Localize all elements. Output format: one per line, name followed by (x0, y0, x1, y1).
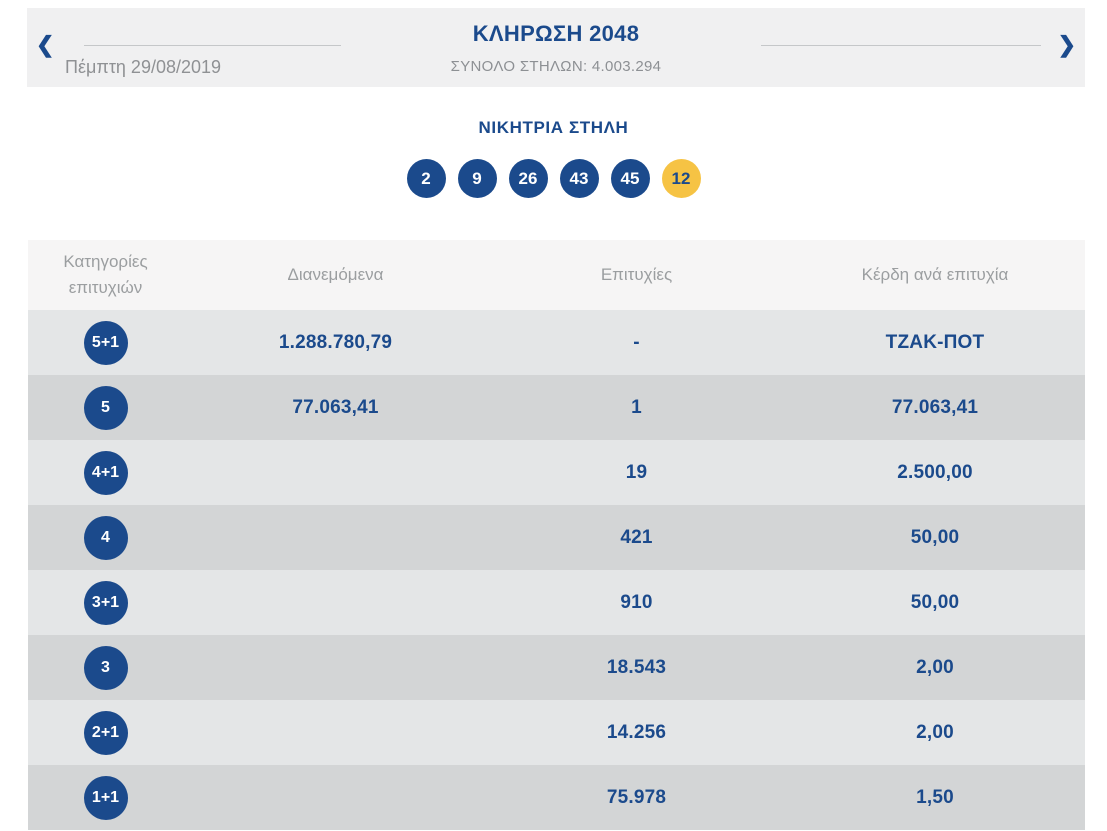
winning-number-ball: 2 (406, 159, 446, 198)
prize-value: ΤΖΑΚ-ΠΟΤ (885, 331, 985, 353)
category-badge: 2+1 (83, 710, 128, 755)
table-row: 1+1 75.978 1,50 (28, 765, 1085, 830)
winning-number-ball: 26 (508, 159, 548, 198)
table-row: 4 421 50,00 (28, 505, 1085, 570)
winners-value: 421 (620, 526, 653, 548)
winning-numbers: 2 9 26 43 45 12 (0, 159, 1107, 198)
table-row: 3 18.543 2,00 (28, 635, 1085, 700)
category-badge: 1+1 (83, 775, 128, 820)
prize-value: 77.063,41 (891, 396, 979, 418)
table-row: 2+1 14.256 2,00 (28, 700, 1085, 765)
table-header-row: Κατηγορίες επιτυχιών Διανεμόμενα Επιτυχί… (28, 240, 1085, 310)
draw-navigation-band: ❮ ΚΛΗΡΩΣΗ 2048 ΣΥΝΟΛΟ ΣΤΗΛΩΝ: 4.003.294 … (27, 8, 1085, 87)
winners-value: 1 (631, 396, 642, 418)
prize-value: 50,00 (910, 526, 960, 548)
winners-value: 75.978 (606, 786, 667, 808)
joker-number-ball: 12 (661, 159, 701, 198)
header-distributed: Διανεμόμενα (287, 264, 384, 284)
table-row: 3+1 910 50,00 (28, 570, 1085, 635)
prize-value: 2.500,00 (897, 461, 973, 483)
table-row: 5+1 1.288.780,79 - ΤΖΑΚ-ΠΟΤ (28, 310, 1085, 375)
right-divider-line (761, 45, 1041, 46)
draw-date: Πέμπτη 29/08/2019 (65, 57, 222, 77)
category-badge: 4+1 (83, 450, 128, 495)
winners-value: 19 (625, 461, 648, 483)
distributed-value: 77.063,41 (292, 396, 379, 418)
winners-value: 910 (620, 591, 653, 613)
prize-value: 1,50 (916, 786, 954, 808)
header-prize: Κέρδη ανά επιτυχία (861, 264, 1009, 284)
table-row: 5 77.063,41 1 77.063,41 (28, 375, 1085, 440)
winning-number-ball: 43 (559, 159, 599, 198)
winners-value: - (633, 331, 640, 353)
category-badge: 3+1 (83, 580, 128, 625)
header-categories: Κατηγορίες επιτυχιών (63, 251, 148, 297)
winners-value: 14.256 (606, 721, 667, 743)
category-badge: 3 (83, 645, 128, 690)
draw-results-page: ❮ ΚΛΗΡΩΣΗ 2048 ΣΥΝΟΛΟ ΣΤΗΛΩΝ: 4.003.294 … (0, 0, 1107, 831)
winning-column-label: ΝΙΚΗΤΡΙΑ ΣΤΗΛΗ (478, 118, 629, 137)
category-badge: 4 (83, 515, 128, 560)
category-badge: 5 (83, 385, 128, 430)
winning-number-ball: 9 (457, 159, 497, 198)
prize-value: 2,00 (916, 721, 954, 743)
draw-title: ΚΛΗΡΩΣΗ 2048 (472, 21, 640, 46)
prize-value: 2,00 (916, 656, 954, 678)
table-row: 4+1 19 2.500,00 (28, 440, 1085, 505)
winning-number-ball: 45 (610, 159, 650, 198)
category-badge: 5+1 (83, 320, 128, 365)
winners-value: 18.543 (606, 656, 667, 678)
next-draw-icon[interactable]: ❯ (1058, 34, 1076, 56)
prize-value: 50,00 (910, 591, 960, 613)
distributed-value: 1.288.780,79 (278, 331, 393, 353)
header-winners: Επιτυχίες (600, 264, 673, 284)
prize-table: Κατηγορίες επιτυχιών Διανεμόμενα Επιτυχί… (28, 240, 1085, 830)
